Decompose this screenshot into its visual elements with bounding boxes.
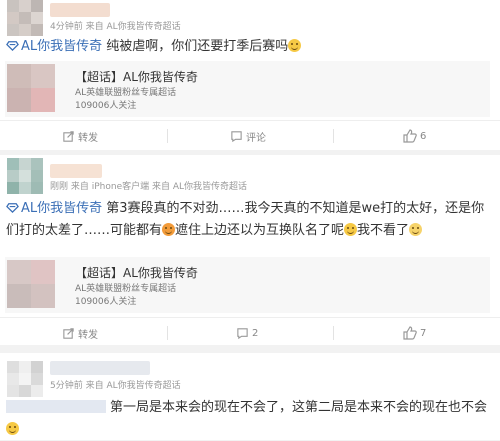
topic-link[interactable]: AL你我皆传奇 bbox=[6, 39, 106, 54]
repost-icon bbox=[63, 327, 74, 339]
username-blurred[interactable] bbox=[50, 164, 102, 178]
topic-link[interactable]: AL你我皆传奇 bbox=[6, 201, 106, 216]
avatar[interactable] bbox=[7, 158, 43, 194]
divider bbox=[167, 326, 168, 340]
topic-diamond-icon bbox=[6, 203, 19, 214]
emoji-icon bbox=[6, 422, 19, 435]
action-bar: 转发 评论 6 bbox=[0, 120, 500, 151]
username-blurred[interactable] bbox=[50, 3, 110, 17]
superchat-description: AL英雄联盟粉丝专属超话 bbox=[75, 88, 177, 98]
post-card-3: 5分钟前 来自 AL你我皆传奇超话 第一局是本来会的现在不会了，这第二局是本来不… bbox=[0, 353, 500, 440]
post-text: 第一局是本来会的现在不会了，这第二局是本来不会的现在也不会 bbox=[6, 397, 490, 441]
divider bbox=[333, 129, 334, 143]
emoji-icon bbox=[409, 223, 423, 236]
repost-button[interactable]: 转发 bbox=[62, 121, 98, 151]
comment-button[interactable]: 2 bbox=[236, 318, 258, 348]
topic-diamond-icon bbox=[6, 41, 19, 52]
superchat-description: AL英雄联盟粉丝专属超话 bbox=[75, 284, 177, 294]
post-text: AL你我皆传奇 第3赛段真的不对劲……我今天真的不知道是we打的太好，还是你们打… bbox=[6, 201, 485, 238]
post-meta: 刚刚 来自 iPhone客户端 来自 AL你我皆传奇超话 bbox=[50, 182, 247, 192]
divider bbox=[333, 326, 334, 340]
superchat-thumbnail bbox=[7, 64, 55, 112]
username-blurred[interactable] bbox=[50, 361, 150, 375]
like-icon bbox=[403, 326, 417, 340]
divider bbox=[167, 129, 168, 143]
blurred-topic[interactable] bbox=[6, 400, 106, 413]
post-text: AL你我皆传奇 纯被虐啊，你们还要打季后赛吗 bbox=[6, 36, 490, 58]
like-icon bbox=[403, 129, 417, 143]
emoji-icon bbox=[288, 39, 302, 52]
superchat-title: 【超话】AL你我皆传奇 bbox=[75, 70, 198, 84]
superchat-title: 【超话】AL你我皆传奇 bbox=[75, 266, 198, 280]
superchat-thumbnail bbox=[7, 260, 55, 308]
post-card-2: 刚刚 来自 iPhone客户端 来自 AL你我皆传奇超话 AL你我皆传奇 第3赛… bbox=[0, 155, 500, 345]
like-button[interactable]: 7 bbox=[403, 318, 426, 348]
superchat-reference-card[interactable]: 【超话】AL你我皆传奇 AL英雄联盟粉丝专属超话 109006人关注 bbox=[5, 61, 490, 117]
emoji-icon bbox=[162, 223, 176, 236]
post-meta: 5分钟前 来自 AL你我皆传奇超话 bbox=[50, 381, 181, 391]
avatar[interactable] bbox=[7, 361, 43, 397]
comment-icon bbox=[231, 130, 242, 142]
post-card-1: 4分钟前 来自 AL你我皆传奇超话 AL你我皆传奇 纯被虐啊，你们还要打季后赛吗… bbox=[0, 0, 500, 150]
superchat-followers: 109006人关注 bbox=[75, 297, 137, 307]
post-meta: 4分钟前 来自 AL你我皆传奇超话 bbox=[50, 22, 181, 32]
emoji-icon bbox=[344, 223, 358, 236]
comment-button[interactable]: 评论 bbox=[230, 121, 266, 151]
repost-icon bbox=[63, 130, 74, 142]
comment-icon bbox=[237, 327, 248, 339]
action-bar: 转发 2 7 bbox=[0, 317, 500, 348]
like-button[interactable]: 6 bbox=[403, 121, 426, 151]
avatar[interactable] bbox=[7, 0, 43, 36]
repost-button[interactable]: 转发 bbox=[62, 318, 98, 348]
superchat-reference-card[interactable]: 【超话】AL你我皆传奇 AL英雄联盟粉丝专属超话 109006人关注 bbox=[5, 257, 490, 313]
superchat-followers: 109006人关注 bbox=[75, 101, 137, 111]
